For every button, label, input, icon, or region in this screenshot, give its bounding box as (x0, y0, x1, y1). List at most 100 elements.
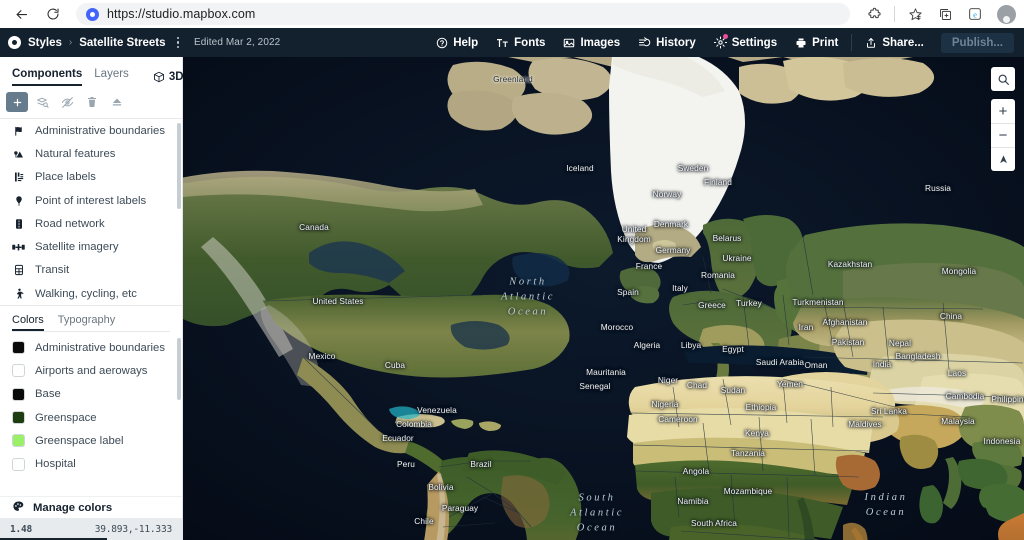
map-search-button[interactable] (991, 67, 1015, 91)
zoom-in-button[interactable]: + (991, 99, 1015, 123)
history-button[interactable]: History (629, 28, 705, 57)
breadcrumb: Styles › Satellite Streets Edited Mar 2,… (8, 36, 280, 49)
mapbox-favicon (86, 7, 99, 21)
pin-icon (12, 195, 25, 207)
compass-north-icon[interactable] (991, 147, 1015, 171)
tab-layers[interactable]: Layers (94, 68, 129, 86)
manage-colors-label: Manage colors (33, 501, 113, 514)
tab-components[interactable]: Components (12, 68, 83, 86)
print-button[interactable]: Print (786, 28, 847, 57)
component-label: Transit (35, 264, 70, 277)
color-swatch[interactable] (12, 387, 25, 401)
address-bar[interactable]: https://studio.mapbox.com (76, 3, 850, 25)
breadcrumb-separator: › (68, 37, 73, 48)
color-list-scrollbar[interactable] (177, 338, 181, 400)
map-satellite-canvas (183, 57, 1024, 540)
add-component-button[interactable] (6, 92, 28, 112)
extensions-icon[interactable] (862, 2, 886, 26)
zoom-level: 1.48 (10, 523, 33, 535)
style-name[interactable]: Satellite Streets (79, 37, 165, 49)
color-label: Greenspace (35, 411, 97, 424)
color-item-airports-and-aeroways[interactable]: Airports and aeroways (0, 359, 182, 382)
favorites-icon[interactable] (903, 2, 927, 26)
fonts-button[interactable]: Fonts (487, 28, 554, 57)
trash-icon[interactable] (81, 92, 103, 112)
component-item-satellite-imagery[interactable]: Satellite imagery (0, 235, 182, 258)
colors-panel-tabs: Colors Typography (0, 306, 182, 331)
reload-button[interactable] (40, 1, 66, 27)
zoom-controls: + − (991, 99, 1015, 171)
mapbox-logo-icon (8, 36, 21, 49)
color-item-greenspace[interactable]: Greenspace (0, 406, 182, 429)
color-item-administrative-boundaries[interactable]: Administrative boundaries (0, 336, 182, 359)
tab-typography[interactable]: Typography (58, 314, 115, 331)
color-swatch[interactable] (12, 364, 25, 378)
header-actions: Help Fonts Images History Settings Print… (427, 28, 1014, 57)
collections-icon[interactable] (933, 2, 957, 26)
component-item-place-labels[interactable]: Place labels (0, 166, 182, 189)
share-button[interactable]: Share... (856, 28, 933, 57)
fonts-label: Fonts (514, 36, 546, 49)
component-list-scrollbar[interactable] (177, 123, 181, 209)
history-label: History (656, 36, 696, 49)
breadcrumb-styles-link[interactable]: Styles (28, 37, 62, 49)
eject-icon[interactable] (106, 92, 128, 112)
component-list[interactable]: Administrative boundaries Natural featur… (0, 119, 182, 305)
palette-icon (12, 500, 25, 516)
color-label: Hospital (35, 458, 76, 471)
map-status-bar: 1.48 39.893,-11.333 (0, 518, 182, 540)
images-label: Images (580, 36, 621, 49)
help-label: Help (453, 36, 479, 49)
eye-off-icon[interactable] (56, 92, 78, 112)
component-item-natural-features[interactable]: Natural features (0, 142, 182, 165)
component-item-road-network[interactable]: Road network (0, 212, 182, 235)
flag-icon (12, 125, 25, 137)
back-button[interactable] (8, 1, 34, 27)
publish-button[interactable]: Publish... (940, 32, 1014, 53)
component-item-transit[interactable]: Transit (0, 259, 182, 282)
images-button[interactable]: Images (554, 28, 629, 57)
tab-3d[interactable]: 3D (153, 71, 184, 83)
color-label: Airports and aeroways (35, 364, 148, 377)
color-label: Base (35, 388, 61, 401)
color-item-hospital[interactable]: Hospital (0, 452, 182, 473)
share-label: Share... (882, 36, 924, 49)
print-label: Print (812, 36, 839, 49)
left-sidebar: Components Layers 3D Administrative boun… (0, 57, 184, 540)
color-list[interactable]: Administrative boundaries Airports and a… (0, 332, 182, 473)
component-label: Administrative boundaries (35, 124, 165, 137)
profile-avatar[interactable] (997, 4, 1016, 24)
color-item-base[interactable]: Base (0, 383, 182, 406)
satellite-icon (12, 242, 25, 253)
color-item-greenspace-label[interactable]: Greenspace label (0, 429, 182, 452)
help-button[interactable]: Help (427, 28, 487, 57)
ie-mode-icon[interactable]: e (963, 2, 987, 26)
place-label-icon (12, 171, 25, 183)
color-swatch[interactable] (12, 411, 25, 425)
component-item-point-of-interest-labels[interactable]: Point of interest labels (0, 189, 182, 212)
zoom-out-button[interactable]: − (991, 123, 1015, 147)
tab-3d-label: 3D (168, 70, 184, 83)
component-item-administrative-boundaries[interactable]: Administrative boundaries (0, 119, 182, 142)
color-swatch[interactable] (12, 434, 25, 448)
color-swatch[interactable] (12, 341, 25, 355)
color-label: Administrative boundaries (35, 341, 165, 354)
component-label: Satellite imagery (35, 241, 119, 254)
color-swatch[interactable] (12, 457, 25, 471)
main-layout: Components Layers 3D Administrative boun… (0, 57, 1024, 540)
url-text: https://studio.mapbox.com (107, 7, 256, 21)
header-divider (851, 34, 853, 51)
settings-button[interactable]: Settings (705, 28, 786, 57)
find-layer-button[interactable] (31, 92, 53, 112)
component-item-walking-cycling[interactable]: Walking, cycling, etc (0, 282, 182, 305)
map-coordinates: 39.893,-11.333 (94, 523, 172, 535)
toolbar-divider (894, 6, 895, 22)
app-header: Styles › Satellite Streets Edited Mar 2,… (0, 28, 1024, 57)
edited-timestamp: Edited Mar 2, 2022 (194, 37, 281, 48)
tab-colors[interactable]: Colors (12, 314, 44, 331)
component-label: Road network (35, 217, 105, 230)
component-label: Point of interest labels (35, 194, 147, 207)
more-options-icon[interactable] (173, 36, 184, 49)
manage-colors-button[interactable]: Manage colors (0, 496, 182, 518)
map-viewport[interactable]: Greenland Canada United States Mexico Cuba Ve… (183, 57, 1024, 540)
